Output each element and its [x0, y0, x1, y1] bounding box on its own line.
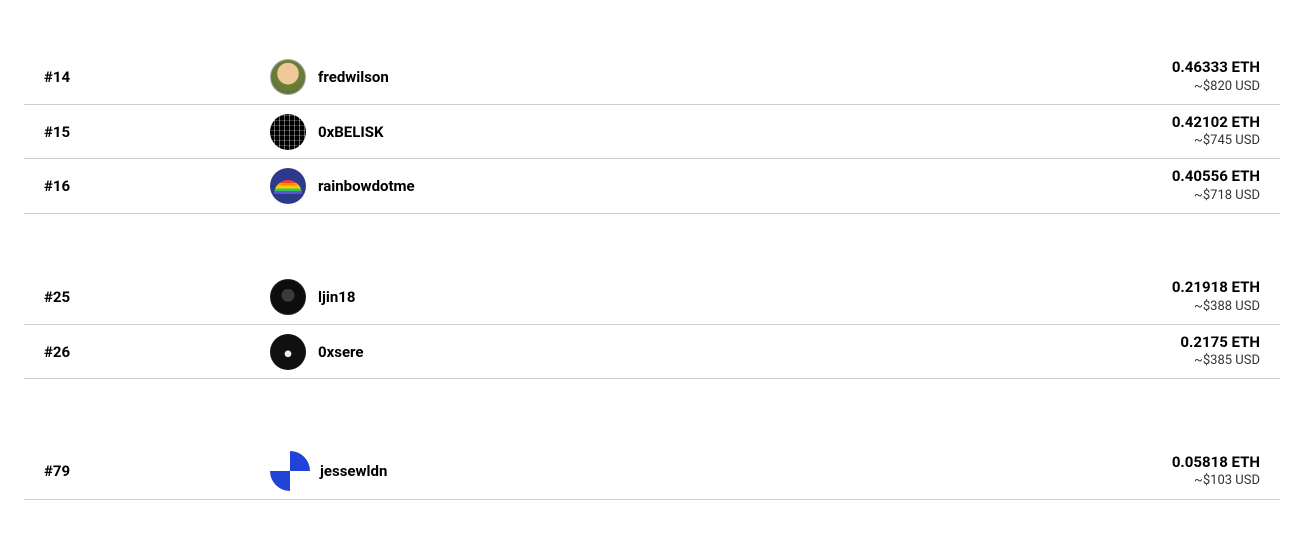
avatar[interactable]	[270, 451, 310, 491]
rank-label: #15	[24, 123, 270, 141]
amount-cell: 0.05818 ETH~$103 USD	[1100, 453, 1280, 491]
usd-amount: ~$385 USD	[1100, 352, 1260, 370]
rank-label: #25	[24, 288, 270, 306]
eth-amount: 0.2175 ETH	[1100, 333, 1260, 353]
eth-amount: 0.21918 ETH	[1100, 278, 1260, 298]
usd-amount: ~$388 USD	[1100, 298, 1260, 316]
username[interactable]: ljin18	[318, 288, 355, 306]
eth-amount: 0.40556 ETH	[1100, 167, 1260, 187]
rank-label: #16	[24, 177, 270, 195]
username[interactable]: rainbowdotme	[318, 177, 415, 195]
usd-amount: ~$820 USD	[1100, 78, 1260, 96]
rank-label: #14	[24, 68, 270, 86]
usd-amount: ~$745 USD	[1100, 132, 1260, 150]
usd-amount: ~$103 USD	[1100, 472, 1260, 490]
leaderboard-row[interactable]: #16 rainbowdotme 0.40556 ETH~$718 USD	[24, 159, 1280, 214]
amount-cell: 0.42102 ETH~$745 USD	[1100, 113, 1280, 151]
username[interactable]: 0xsere	[318, 343, 364, 361]
leaderboard-row[interactable]: #14 fredwilson 0.46333 ETH~$820 USD	[24, 50, 1280, 105]
leaderboard-row[interactable]: #79 jessewldn 0.05818 ETH~$103 USD	[24, 443, 1280, 500]
amount-cell: 0.46333 ETH~$820 USD	[1100, 58, 1280, 96]
avatar[interactable]	[270, 168, 306, 204]
avatar[interactable]	[270, 59, 306, 95]
user-cell[interactable]: fredwilson	[270, 59, 1100, 95]
section-gap	[24, 379, 1280, 443]
leaderboard-row[interactable]: #25 ljin18 0.21918 ETH~$388 USD	[24, 270, 1280, 325]
amount-cell: 0.40556 ETH~$718 USD	[1100, 167, 1280, 205]
leaderboard-row[interactable]: #26 0xsere 0.2175 ETH~$385 USD	[24, 325, 1280, 380]
avatar[interactable]	[270, 279, 306, 315]
user-cell[interactable]: ljin18	[270, 279, 1100, 315]
leaderboard: #14 fredwilson 0.46333 ETH~$820 USD #15 0xBE…	[0, 50, 1304, 500]
rank-label: #26	[24, 343, 270, 361]
username[interactable]: fredwilson	[318, 68, 389, 86]
user-cell[interactable]: jessewldn	[270, 451, 1100, 491]
usd-amount: ~$718 USD	[1100, 187, 1260, 205]
username[interactable]: 0xBELISK	[318, 123, 384, 141]
user-cell[interactable]: 0xsere	[270, 334, 1100, 370]
eth-amount: 0.46333 ETH	[1100, 58, 1260, 78]
section-gap	[24, 214, 1280, 270]
user-cell[interactable]: 0xBELISK	[270, 114, 1100, 150]
rank-label: #79	[24, 462, 270, 480]
eth-amount: 0.05818 ETH	[1100, 453, 1260, 473]
eth-amount: 0.42102 ETH	[1100, 113, 1260, 133]
leaderboard-row[interactable]: #15 0xBELISK 0.42102 ETH~$745 USD	[24, 105, 1280, 160]
user-cell[interactable]: rainbowdotme	[270, 168, 1100, 204]
avatar[interactable]	[270, 114, 306, 150]
amount-cell: 0.2175 ETH~$385 USD	[1100, 333, 1280, 371]
avatar[interactable]	[270, 334, 306, 370]
amount-cell: 0.21918 ETH~$388 USD	[1100, 278, 1280, 316]
username[interactable]: jessewldn	[320, 462, 387, 480]
